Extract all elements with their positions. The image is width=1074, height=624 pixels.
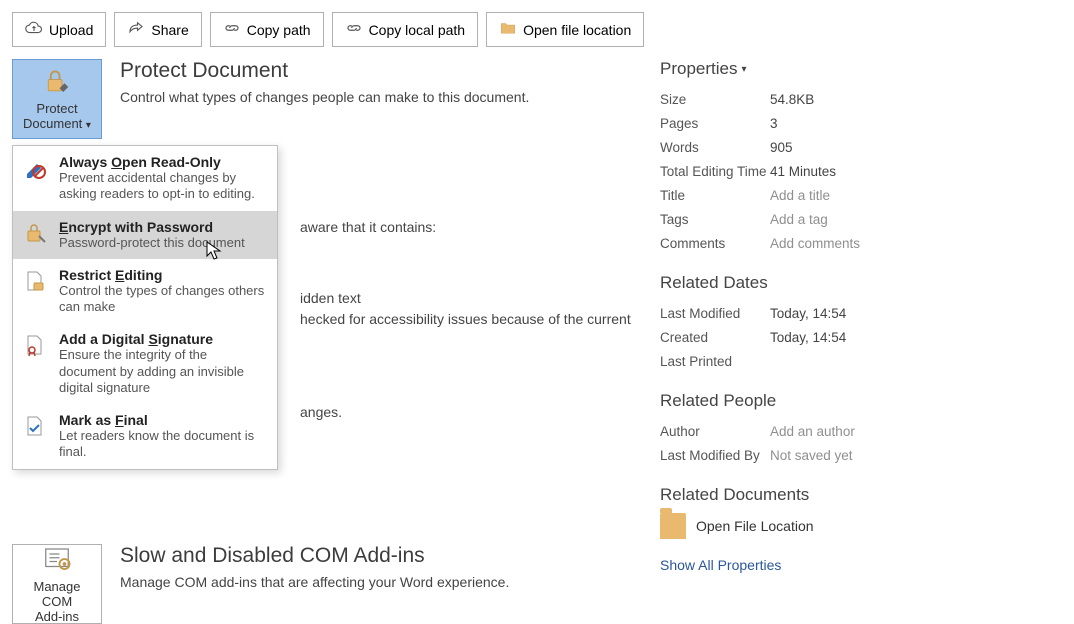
protect-button-line1: Protect	[36, 101, 77, 116]
prop-comments-label: Comments	[660, 236, 770, 251]
menu-sign-desc: Ensure the integrity of the document by …	[59, 347, 267, 396]
prop-comments-value[interactable]: Add comments	[770, 236, 860, 251]
lock-pencil-icon	[42, 67, 72, 102]
addins-title: Slow and Disabled COM Add-ins	[120, 544, 509, 568]
protect-title: Protect Document	[120, 59, 529, 83]
copy-local-path-button[interactable]: Copy local path	[332, 12, 479, 47]
chevron-down-icon: ▾	[86, 120, 91, 131]
protect-dropdown-menu: Always Open Read-Only Prevent accidental…	[12, 145, 278, 470]
manage-com-addins-button[interactable]: Manage COMAdd-ins	[12, 544, 102, 624]
toolbar: Upload Share Copy path Copy local path O…	[0, 0, 1074, 59]
share-label: Share	[151, 22, 188, 38]
lock-icon	[23, 219, 49, 251]
protect-section: ProtectDocument ▾ Protect Document Contr…	[12, 59, 632, 139]
page-lock-icon	[23, 267, 49, 316]
menu-readonly-desc: Prevent accidental changes by asking rea…	[59, 170, 267, 203]
prop-tags-value[interactable]: Add a tag	[770, 212, 828, 227]
protect-document-button[interactable]: ProtectDocument ▾	[12, 59, 102, 139]
upload-label: Upload	[49, 22, 93, 38]
prop-size-label: Size	[660, 92, 770, 107]
menu-mark-final[interactable]: Mark as Final Let readers know the docum…	[13, 404, 277, 469]
prop-size-value: 54.8KB	[770, 92, 814, 107]
related-people-header: Related People	[660, 391, 1062, 411]
related-docs-header: Related Documents	[660, 485, 1062, 505]
prop-lastmod-value: Today, 14:54	[770, 306, 846, 321]
upload-button[interactable]: Upload	[12, 12, 106, 47]
addins-button-line2: Add-ins	[35, 609, 79, 624]
menu-always-open-readonly[interactable]: Always Open Read-Only Prevent accidental…	[13, 146, 277, 211]
folder-icon	[499, 19, 517, 40]
menu-restrict-desc: Control the types of changes others can …	[59, 283, 267, 316]
share-icon	[127, 19, 145, 40]
copy-path-label: Copy path	[247, 22, 311, 38]
copy-local-label: Copy local path	[369, 22, 466, 38]
prop-author-label: Author	[660, 424, 770, 439]
prop-printed-label: Last Printed	[660, 354, 770, 369]
menu-sign-title: Add a Digital Signature	[59, 331, 267, 347]
related-dates-header: Related Dates	[660, 273, 1062, 293]
page-check-icon	[23, 412, 49, 461]
addins-desc: Manage COM add-ins that are affecting yo…	[120, 574, 509, 590]
prop-lastmodby-value: Not saved yet	[770, 448, 853, 463]
open-file-location-link[interactable]: Open File Location	[660, 513, 1062, 539]
open-file-location-button[interactable]: Open file location	[486, 12, 644, 47]
prop-tags-label: Tags	[660, 212, 770, 227]
prop-editing-value: 41 Minutes	[770, 164, 836, 179]
menu-digital-signature[interactable]: Add a Digital Signature Ensure the integ…	[13, 323, 277, 404]
protect-button-line2: Document	[23, 116, 82, 131]
prop-words-value: 905	[770, 140, 793, 155]
prop-title-label: Title	[660, 188, 770, 203]
prop-lastmodby-label: Last Modified By	[660, 448, 780, 463]
mouse-cursor-icon	[206, 241, 222, 264]
folder-icon	[660, 513, 686, 539]
gear-list-icon	[42, 544, 72, 579]
prop-author-value[interactable]: Add an author	[770, 424, 855, 439]
menu-encrypt-password[interactable]: Encrypt with Password Password-protect t…	[13, 211, 277, 259]
page-ribbon-icon	[23, 331, 49, 396]
menu-final-title: Mark as Final	[59, 412, 267, 428]
copy-path-button[interactable]: Copy path	[210, 12, 324, 47]
menu-restrict-title: Restrict Editing	[59, 267, 267, 283]
open-file-location-text: Open File Location	[696, 518, 814, 534]
open-location-label: Open file location	[523, 22, 631, 38]
properties-panel: Properties ▾ Size54.8KB Pages3 Words905 …	[660, 59, 1062, 624]
prop-title-value[interactable]: Add a title	[770, 188, 830, 203]
menu-readonly-title: Always Open Read-Only	[59, 154, 267, 170]
prop-created-label: Created	[660, 330, 770, 345]
show-all-properties-link[interactable]: Show All Properties	[660, 557, 781, 573]
addins-section: Manage COMAdd-ins Slow and Disabled COM …	[12, 544, 632, 624]
prop-pages-label: Pages	[660, 116, 770, 131]
menu-final-desc: Let readers know the document is final.	[59, 428, 267, 461]
prop-words-label: Words	[660, 140, 770, 155]
menu-restrict-editing[interactable]: Restrict Editing Control the types of ch…	[13, 259, 277, 324]
properties-header[interactable]: Properties ▾	[660, 59, 1062, 79]
protect-desc: Control what types of changes people can…	[120, 89, 529, 105]
chevron-down-icon: ▾	[741, 64, 746, 75]
link-icon	[223, 19, 241, 40]
share-button[interactable]: Share	[114, 12, 201, 47]
addins-button-line1: Manage COM	[34, 579, 81, 609]
no-edit-icon	[23, 154, 49, 203]
menu-encrypt-title: Encrypt with Password	[59, 219, 245, 235]
cloud-upload-icon	[25, 19, 43, 40]
prop-lastmod-label: Last Modified	[660, 306, 770, 321]
prop-pages-value: 3	[770, 116, 778, 131]
link-icon	[345, 19, 363, 40]
prop-created-value: Today, 14:54	[770, 330, 846, 345]
